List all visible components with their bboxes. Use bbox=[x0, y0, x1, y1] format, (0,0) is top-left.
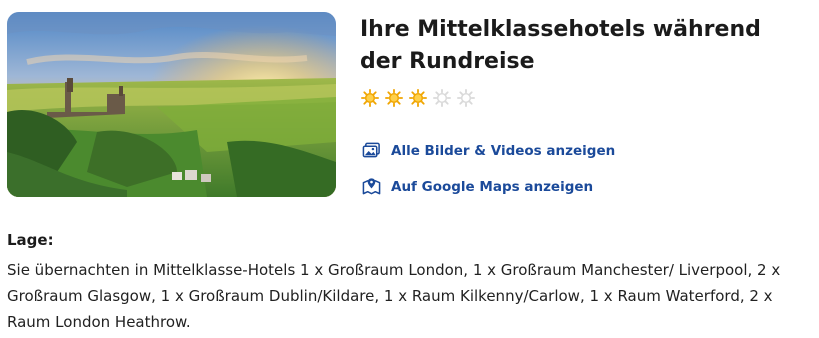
sun-rating-empty-icon bbox=[433, 89, 451, 107]
location-heading: Lage: bbox=[7, 231, 54, 249]
sun-rating-filled-icon bbox=[361, 89, 379, 107]
image-gallery-icon bbox=[362, 142, 380, 158]
view-gallery-link[interactable]: Alle Bilder & Videos anzeigen bbox=[362, 141, 615, 160]
google-maps-label[interactable]: Auf Google Maps anzeigen bbox=[391, 179, 593, 195]
sun-rating-filled-icon bbox=[409, 89, 427, 107]
star-rating bbox=[361, 89, 475, 107]
view-gallery-label[interactable]: Alle Bilder & Videos anzeigen bbox=[391, 143, 615, 159]
sun-rating-filled-icon bbox=[385, 89, 403, 107]
sun-rating-empty-icon bbox=[457, 89, 475, 107]
location-description: Sie übernachten in Mittelklasse-Hotels 1… bbox=[7, 261, 781, 331]
map-pin-icon bbox=[362, 178, 381, 195]
landscape-photo bbox=[7, 12, 336, 197]
hotel-title: Ihre Mittelklassehotels während der Rund… bbox=[360, 17, 761, 74]
hero-image[interactable] bbox=[7, 12, 336, 197]
google-maps-link[interactable]: Auf Google Maps anzeigen bbox=[362, 177, 593, 196]
